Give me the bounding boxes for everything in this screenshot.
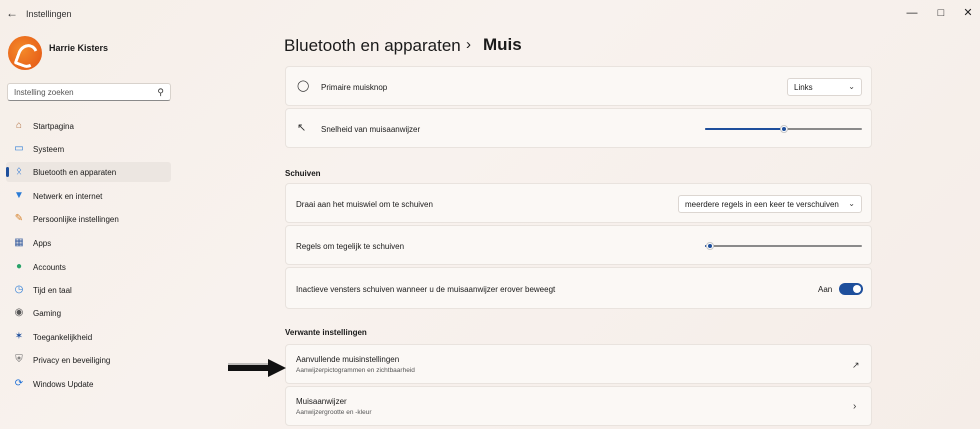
scroll-lines-slider-track[interactable] [705, 245, 862, 247]
sidebar-item-label: Startpagina [33, 122, 74, 131]
sidebar-item-privacy[interactable]: ⛨ Privacy en beveiliging [6, 350, 171, 370]
chevron-down-icon: ⌄ [848, 82, 855, 91]
minimize-button[interactable]: — [902, 4, 922, 22]
setting-label: Muisaanwijzer [296, 397, 347, 406]
sidebar-item-tijd[interactable]: ◷ Tijd en taal [6, 280, 171, 300]
person-icon: ● [15, 261, 23, 272]
scroll-lines-slider-thumb[interactable] [705, 242, 714, 250]
sidebar-item-systeem[interactable]: ▭ Systeem [6, 139, 171, 159]
search-input[interactable]: Instelling zoeken ⚲ [7, 83, 171, 101]
link-more-mouse-settings[interactable]: Aanvullende muisinstellingen Aanwijzerpi… [285, 344, 872, 384]
sidebar-item-label: Netwerk en internet [33, 192, 103, 201]
dropdown-value: meerdere regels in een keer te verschuiv… [685, 200, 839, 209]
setting-scroll-mode: Draai aan het muiswiel om te schuiven me… [285, 183, 872, 223]
chevron-down-icon: ⌄ [848, 199, 855, 208]
page-title: Muis [483, 35, 522, 54]
avatar[interactable] [8, 36, 42, 70]
pointer-speed-slider-fill [705, 128, 784, 130]
primary-button-dropdown[interactable]: Links ⌄ [787, 78, 862, 96]
setting-label: Draai aan het muiswiel om te schuiven [296, 200, 433, 209]
dropdown-value: Links [794, 83, 813, 92]
close-button[interactable]: ✕ [958, 4, 978, 22]
sidebar-item-bluetooth[interactable]: ᛟ Bluetooth en apparaten [6, 162, 171, 182]
inactive-scroll-toggle[interactable] [839, 283, 863, 295]
external-link-icon: ↗ [852, 360, 860, 370]
back-arrow-icon[interactable]: ← [6, 6, 20, 20]
bluetooth-icon: ᛟ [16, 166, 22, 177]
search-icon[interactable]: ⚲ [157, 87, 164, 98]
setting-label: Regels om tegelijk te schuiven [296, 242, 405, 251]
maximize-button[interactable]: □ [931, 4, 951, 22]
sidebar-item-label: Accounts [33, 263, 66, 272]
brush-icon: ✎ [14, 213, 24, 224]
title-bar: ← Instellingen — □ ✕ [0, 0, 980, 28]
setting-label: Primaire muisknop [321, 83, 388, 92]
sidebar-item-label: Tijd en taal [33, 286, 72, 295]
setting-label: Aanvullende muisinstellingen [296, 355, 400, 364]
accessibility-icon: ✶ [14, 331, 24, 342]
sidebar-item-netwerk[interactable]: ▼ Netwerk en internet [6, 186, 171, 206]
sidebar-item-label: Windows Update [33, 380, 94, 389]
setting-inactive-scroll: Inactieve vensters schuiven wanneer u de… [285, 267, 872, 309]
update-icon: ⟳ [14, 378, 24, 389]
apps-icon: ▦ [14, 237, 24, 248]
pointer-icon: ↖ [297, 122, 307, 134]
section-heading-scroll: Schuiven [285, 169, 321, 178]
window-title: Instellingen [26, 9, 72, 19]
shield-icon: ⛨ [15, 354, 23, 365]
toggle-state-label: Aan [818, 285, 833, 294]
sidebar-item-label: Bluetooth en apparaten [33, 168, 117, 177]
chevron-right-icon: › [853, 401, 857, 412]
sidebar-item-label: Systeem [33, 145, 65, 154]
breadcrumb-parent[interactable]: Bluetooth en apparaten [284, 36, 461, 56]
sidebar-item-label: Apps [33, 239, 52, 248]
sidebar-item-apps[interactable]: ▦ Apps [6, 233, 171, 253]
sidebar-item-toegankelijkheid[interactable]: ✶ Toegankelijkheid [6, 327, 171, 347]
section-heading-related: Verwante instellingen [285, 328, 367, 337]
user-name: Harrie Kisters [49, 43, 109, 53]
mouse-icon: ◯ [297, 80, 310, 92]
sidebar-item-label: Privacy en beveiliging [33, 356, 111, 365]
annotation-arrow [228, 359, 286, 377]
setting-primary-button: ◯ Primaire muisknop Links ⌄ [285, 66, 872, 106]
setting-scroll-lines: Regels om tegelijk te schuiven [285, 225, 872, 265]
link-mouse-pointer[interactable]: Muisaanwijzer Aanwijzergrootte en -kleur… [285, 386, 872, 426]
pointer-speed-slider-thumb[interactable] [779, 125, 788, 133]
toggle-knob [853, 285, 861, 293]
gamepad-icon: ◉ [14, 307, 24, 318]
scroll-mode-dropdown[interactable]: meerdere regels in een keer te verschuiv… [678, 195, 862, 213]
sidebar-item-label: Gaming [33, 309, 62, 318]
globe-clock-icon: ◷ [14, 284, 24, 295]
sidebar-item-accounts[interactable]: ● Accounts [6, 257, 171, 277]
sidebar-item-gaming[interactable]: ◉ Gaming [6, 303, 171, 323]
sidebar-item-label: Persoonlijke instellingen [33, 215, 119, 224]
sidebar-item-persoonlijk[interactable]: ✎ Persoonlijke instellingen [6, 209, 171, 229]
setting-label: Snelheid van muisaanwijzer [321, 125, 421, 134]
monitor-icon: ▭ [14, 143, 24, 154]
sidebar-item-label: Toegankelijkheid [33, 333, 93, 342]
search-placeholder: Instelling zoeken [14, 88, 74, 97]
sidebar-item-startpagina[interactable]: ⌂ Startpagina [6, 116, 171, 136]
setting-label: Inactieve vensters schuiven wanneer u de… [296, 285, 556, 294]
setting-pointer-speed: ↖ Snelheid van muisaanwijzer [285, 108, 872, 148]
home-icon: ⌂ [15, 120, 23, 131]
setting-sublabel: Aanwijzergrootte en -kleur [296, 409, 372, 416]
wifi-icon: ▼ [14, 190, 24, 201]
sidebar-item-windows-update[interactable]: ⟳ Windows Update [6, 374, 171, 394]
setting-sublabel: Aanwijzerpictogrammen en zichtbaarheid [296, 367, 415, 374]
breadcrumb-separator: › [466, 36, 471, 53]
